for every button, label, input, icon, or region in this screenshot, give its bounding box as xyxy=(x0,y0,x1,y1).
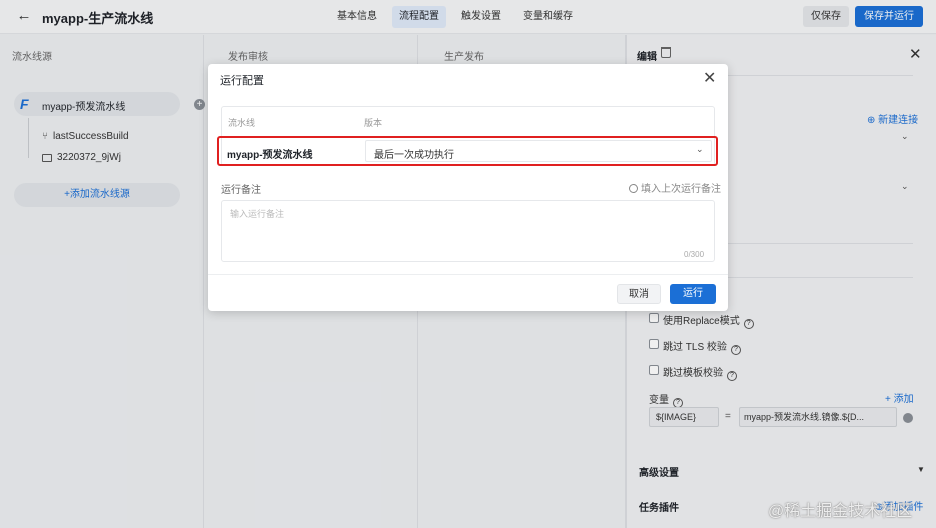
watermark: @稀土掘金技术社区 xyxy=(768,503,913,520)
divider xyxy=(208,274,728,275)
version-select[interactable]: 最后一次成功执行 ⌄ xyxy=(365,140,712,162)
row-pipeline-name: myapp-预发流水线 xyxy=(227,150,313,161)
fill-last-notes-label: 填入上次运行备注 xyxy=(641,184,721,195)
close-icon[interactable]: ✕ xyxy=(703,68,716,88)
column-header-version: 版本 xyxy=(364,118,383,128)
char-counter: 0/300 xyxy=(684,250,705,259)
chevron-down-icon: ⌄ xyxy=(696,144,704,154)
version-select-value: 最后一次成功执行 xyxy=(374,150,454,161)
history-icon xyxy=(629,184,638,193)
run-notes-textarea[interactable] xyxy=(221,200,715,262)
column-header-pipeline: 流水线 xyxy=(228,118,256,128)
dialog-title: 运行配置 xyxy=(220,75,264,87)
cancel-button[interactable]: 取消 xyxy=(617,284,661,304)
run-notes-label: 运行备注 xyxy=(221,185,261,196)
fill-last-notes-link[interactable]: 填入上次运行备注 xyxy=(629,180,721,195)
run-config-dialog: 运行配置 ✕ 流水线 版本 myapp-预发流水线 最后一次成功执行 ⌄ 运行备… xyxy=(208,64,728,311)
run-button[interactable]: 运行 xyxy=(670,284,716,304)
